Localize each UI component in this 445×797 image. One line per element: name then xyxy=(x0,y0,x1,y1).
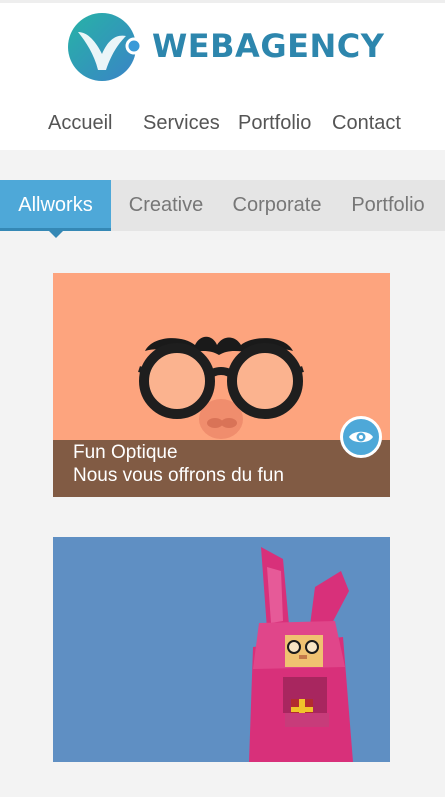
card-title: Fun Optique xyxy=(73,442,178,463)
filter-tab-creative[interactable]: Creative xyxy=(120,180,212,231)
brand-logo[interactable]: WEBAGENCY xyxy=(68,12,384,82)
view-project-button[interactable] xyxy=(340,416,382,458)
filter-tab-allworks[interactable]: Allworks xyxy=(0,180,111,231)
nav-item-services[interactable]: Services xyxy=(143,112,220,135)
active-tab-caret xyxy=(49,231,63,238)
main-nav: Accueil Services Portfolio Contact xyxy=(0,112,445,138)
portfolio-filter-bar: Allworks Creative Corporate Portfolio xyxy=(0,180,445,231)
brand-name: WEBAGENCY xyxy=(152,27,385,65)
filter-tab-corporate[interactable]: Corporate xyxy=(226,180,328,231)
nav-item-contact[interactable]: Contact xyxy=(332,112,401,135)
nav-item-accueil[interactable]: Accueil xyxy=(48,112,112,135)
logo-mark-icon xyxy=(68,13,143,81)
nav-item-portfolio[interactable]: Portfolio xyxy=(238,112,311,135)
site-header: WEBAGENCY Accueil Services Portfolio Con… xyxy=(0,0,445,150)
pink-rabbit-illustration xyxy=(249,547,353,762)
filter-tab-portfolio[interactable]: Portfolio xyxy=(342,180,434,231)
card-subtitle: Nous vous offrons du fun xyxy=(73,465,284,486)
portfolio-card-fun-optique[interactable]: Fun Optique Nous vous offrons du fun xyxy=(53,273,390,497)
portfolio-card-rabbit[interactable] xyxy=(53,537,390,762)
header-top-border xyxy=(0,0,445,3)
eye-icon xyxy=(349,431,373,443)
